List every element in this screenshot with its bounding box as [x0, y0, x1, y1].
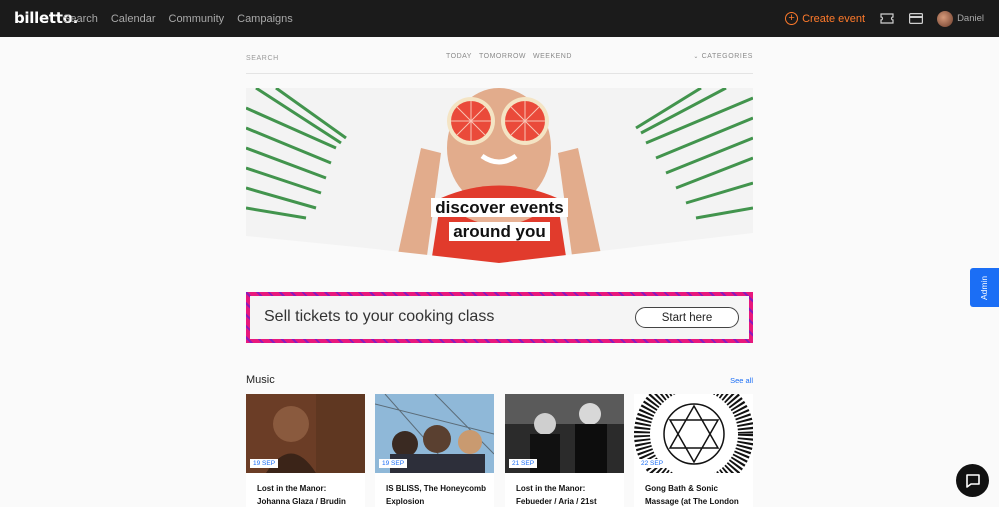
hero-headline-line2: around you: [246, 222, 753, 242]
event-date-badge: 21 SEP: [509, 459, 538, 468]
event-card[interactable]: 19 SEP Lost in the Manor: Johanna Glaza …: [246, 394, 365, 507]
nav-search[interactable]: Search: [63, 13, 98, 25]
promo-text: Sell tickets to your cooking class: [264, 308, 495, 325]
nav-calendar[interactable]: Calendar: [111, 13, 156, 25]
event-title: Lost in the Manor: Febueder / Aria / 21s…: [516, 484, 597, 506]
event-title: Lost in the Manor: Johanna Glaza / Brudi…: [257, 484, 346, 506]
main-nav: Search Calendar Community Campaigns: [63, 0, 306, 37]
admin-tab-label: Admin: [979, 275, 990, 300]
create-event-button[interactable]: + Create event: [785, 12, 865, 25]
admin-tab[interactable]: Admin: [970, 268, 999, 307]
day-filters: TODAY TOMORROW WEEKEND: [446, 53, 572, 60]
categories-dropdown[interactable]: ⌄ CATEGORIES: [693, 53, 753, 60]
event-title: IS BLISS, The Honeycomb Explosion: [386, 484, 486, 506]
header-actions: + Create event Daniel: [785, 0, 999, 37]
filter-weekend[interactable]: WEEKEND: [533, 53, 572, 60]
chat-icon[interactable]: [956, 464, 989, 497]
top-navigation-bar: billetto. Search Calendar Community Camp…: [0, 0, 999, 37]
see-all-link[interactable]: See all: [730, 376, 753, 385]
filter-today[interactable]: TODAY: [446, 53, 472, 60]
ticket-icon[interactable]: [879, 11, 895, 27]
chevron-down-icon: ⌄: [693, 54, 700, 60]
user-name: Daniel: [957, 13, 984, 24]
start-here-button[interactable]: Start here: [635, 307, 739, 328]
nav-campaigns[interactable]: Campaigns: [237, 13, 293, 25]
event-card[interactable]: 22 SEP Gong Bath & Sonic Massage (at The…: [634, 394, 753, 507]
filter-row: SEARCH TODAY TOMORROW WEEKEND ⌄ CATEGORI…: [246, 53, 753, 74]
plus-circle-icon: +: [785, 12, 799, 25]
hero-banner[interactable]: discover events around you: [246, 88, 753, 263]
music-cards: 19 SEP Lost in the Manor: Johanna Glaza …: [246, 394, 753, 507]
avatar: [937, 10, 954, 27]
section-title-music: Music: [246, 374, 275, 386]
event-title: Gong Bath & Sonic Massage (at The London: [645, 484, 739, 506]
credit-card-icon[interactable]: [908, 11, 924, 27]
event-date-badge: 19 SEP: [250, 459, 279, 468]
promo-banner: Sell tickets to your cooking class Start…: [246, 292, 753, 343]
nav-community[interactable]: Community: [169, 13, 225, 25]
promo-banner-inner: Sell tickets to your cooking class Start…: [250, 296, 749, 339]
search-field[interactable]: SEARCH: [246, 55, 279, 62]
event-card[interactable]: 19 SEP IS BLISS, The Honeycomb Explosion: [375, 394, 494, 507]
create-event-label: Create event: [802, 12, 866, 25]
filter-tomorrow[interactable]: TOMORROW: [479, 53, 526, 60]
categories-label: CATEGORIES: [701, 53, 753, 60]
hero-headline-line1: discover events: [246, 198, 753, 218]
event-date-badge: 19 SEP: [379, 459, 408, 468]
event-date-badge: 22 SEP: [638, 459, 667, 468]
user-menu[interactable]: Daniel: [937, 10, 984, 27]
event-card[interactable]: 21 SEP Lost in the Manor: Febueder / Ari…: [505, 394, 624, 507]
